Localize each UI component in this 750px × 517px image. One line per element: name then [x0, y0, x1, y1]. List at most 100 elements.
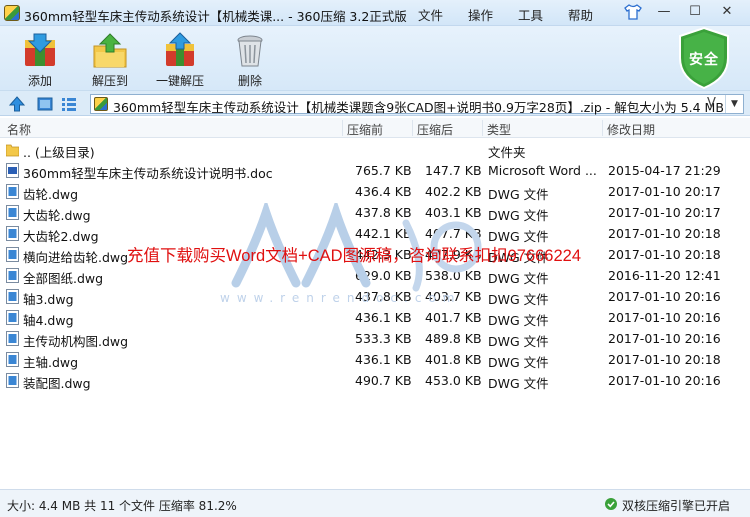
file-packed-size: 489.8 KB [425, 331, 482, 346]
file-packed-size: 401.7 KB [425, 310, 482, 325]
file-name: 轴4.dwg [23, 313, 74, 328]
table-row[interactable]: 横向进给齿轮.dwg 442.3 KB 407.9 KB DWG 文件 2017… [0, 244, 750, 265]
file-packed-size: 401.8 KB [425, 352, 482, 367]
file-type: DWG 文件 [488, 292, 549, 307]
file-size: 436.4 KB [355, 184, 412, 199]
add-button[interactable]: 添加 [4, 30, 76, 88]
one-click-extract-label: 一键解压 [155, 74, 204, 88]
path-dropdown-icon[interactable]: ▼ [725, 95, 743, 113]
column-divider[interactable] [602, 120, 603, 136]
table-row[interactable]: 轴3.dwg 437.8 KB 403.7 KB DWG 文件 2017-01-… [0, 286, 750, 307]
table-row[interactable]: 大齿轮.dwg 437.8 KB 403.1 KB DWG 文件 2017-01… [0, 202, 750, 223]
extract-to-button[interactable]: 解压到 [74, 30, 146, 88]
file-size: 533.3 KB [355, 331, 412, 346]
file-type: DWG 文件 [488, 250, 549, 265]
path-field[interactable]: 360mm轻型车床主传动系统设计【机械类课题含9张CAD图+说明书0.9万字28… [90, 94, 744, 115]
window-title: 360mm轻型车床主传动系统设计【机械类课... - 360压缩 3.2正式版 [24, 9, 407, 24]
list-view-icon[interactable] [60, 95, 78, 113]
menu-tools[interactable]: 工具 [518, 5, 543, 24]
table-row[interactable]: 轴4.dwg 436.1 KB 401.7 KB DWG 文件 2017-01-… [0, 307, 750, 328]
column-divider[interactable] [482, 120, 483, 136]
one-click-extract-button[interactable]: 一键解压 [144, 30, 216, 88]
table-row[interactable]: 360mm轻型车床主传动系统设计说明书.doc 765.7 KB 147.7 K… [0, 160, 750, 181]
column-modified[interactable]: 修改日期 [607, 121, 655, 138]
file-type: DWG 文件 [488, 334, 549, 349]
archive-summary: 大小: 4.4 MB 共 11 个文件 压缩率 81.2% [7, 499, 237, 513]
menu-operation[interactable]: 操作 [468, 5, 493, 24]
file-size: 437.8 KB [355, 205, 412, 220]
dwg-file-icon [6, 331, 19, 346]
dwg-file-icon [6, 226, 19, 241]
delete-label: 删除 [237, 74, 262, 88]
menu-file[interactable]: 文件 [418, 5, 443, 24]
close-button[interactable]: ✕ [716, 4, 738, 20]
file-date: 2017-01-10 20:16 [608, 331, 721, 346]
file-size: 442.3 KB [355, 247, 412, 262]
file-date: 2017-01-10 20:16 [608, 310, 721, 325]
column-packed[interactable]: 压缩后 [417, 121, 453, 138]
file-size: 629.0 KB [355, 268, 412, 283]
dwg-file-icon [6, 373, 19, 388]
file-packed-size: 453.0 KB [425, 373, 482, 388]
table-row[interactable]: 装配图.dwg 490.7 KB 453.0 KB DWG 文件 2017-01… [0, 370, 750, 391]
maximize-button[interactable]: ☐ [684, 4, 706, 20]
column-name[interactable]: 名称 [7, 121, 31, 138]
thumbnail-view-icon[interactable] [36, 95, 54, 113]
table-row[interactable]: 全部图纸.dwg 629.0 KB 538.0 KB DWG 文件 2016-1… [0, 265, 750, 286]
file-type: DWG 文件 [488, 187, 549, 202]
column-divider[interactable] [412, 120, 413, 136]
dwg-file-icon [6, 352, 19, 367]
file-name: .. (上级目录) [23, 145, 95, 160]
file-date: 2017-01-10 20:16 [608, 373, 721, 388]
up-arrow-icon[interactable] [8, 95, 26, 113]
file-size: 442.1 KB [355, 226, 412, 241]
table-row[interactable]: .. (上级目录) 文件夹 [0, 139, 750, 160]
table-row[interactable]: 大齿轮2.dwg 442.1 KB 407.7 KB DWG 文件 2017-0… [0, 223, 750, 244]
file-name: 齿轮.dwg [23, 187, 79, 202]
file-date: 2015-04-17 21:29 [608, 163, 721, 178]
menu-help[interactable]: 帮助 [568, 5, 593, 24]
security-shield[interactable]: 安全 [676, 26, 732, 90]
file-date: 2017-01-10 20:17 [608, 184, 721, 199]
column-type[interactable]: 类型 [487, 121, 511, 138]
app-logo-icon [4, 5, 20, 21]
table-row[interactable]: 齿轮.dwg 436.4 KB 402.2 KB DWG 文件 2017-01-… [0, 181, 750, 202]
file-size: 490.7 KB [355, 373, 412, 388]
dwg-file-icon [6, 310, 19, 325]
table-row[interactable]: 主轴.dwg 436.1 KB 401.8 KB DWG 文件 2017-01-… [0, 349, 750, 370]
file-name: 装配图.dwg [23, 376, 91, 391]
add-label: 添加 [27, 74, 52, 88]
file-type: DWG 文件 [488, 313, 549, 328]
file-type: DWG 文件 [488, 208, 549, 223]
file-type: DWG 文件 [488, 229, 549, 244]
file-packed-size: 403.7 KB [425, 289, 482, 304]
dwg-file-icon [6, 289, 19, 304]
table-row[interactable]: 主传动机构图.dwg 533.3 KB 489.8 KB DWG 文件 2017… [0, 328, 750, 349]
archive-path: 360mm轻型车床主传动系统设计【机械类课题含9张CAD图+说明书0.9万字28… [113, 100, 724, 115]
path-chevron[interactable]: V [707, 96, 716, 111]
file-date: 2017-01-10 20:18 [608, 226, 721, 241]
security-label: 安全 [689, 52, 719, 68]
file-type: DWG 文件 [488, 355, 549, 370]
file-name: 横向进给齿轮.dwg [23, 250, 129, 265]
file-name: 主轴.dwg [23, 355, 79, 370]
file-name: 全部图纸.dwg [23, 271, 104, 286]
column-compressed[interactable]: 压缩前 [347, 121, 383, 138]
address-bar: 360mm轻型车床主传动系统设计【机械类课题含9张CAD图+说明书0.9万字28… [0, 90, 750, 116]
file-size: 765.7 KB [355, 163, 412, 178]
file-type: Microsoft Word ... [488, 163, 597, 178]
delete-button[interactable]: 删除 [214, 30, 286, 88]
toolbar: 添加 解压到 一键解压 删除 [0, 26, 750, 90]
dwg-file-icon [6, 268, 19, 283]
column-divider[interactable] [342, 120, 343, 136]
engine-status[interactable]: 双核压缩引擎已开启 [622, 497, 730, 514]
file-date: 2017-01-10 20:17 [608, 205, 721, 220]
file-type: DWG 文件 [488, 271, 549, 286]
file-name: 大齿轮.dwg [23, 208, 91, 223]
minimize-button[interactable]: — [653, 4, 675, 20]
file-date: 2016-11-20 12:41 [608, 268, 721, 283]
skin-shirt-icon[interactable] [624, 4, 642, 20]
file-packed-size: 403.1 KB [425, 205, 482, 220]
file-size: 436.1 KB [355, 352, 412, 367]
file-name: 大齿轮2.dwg [23, 229, 99, 244]
